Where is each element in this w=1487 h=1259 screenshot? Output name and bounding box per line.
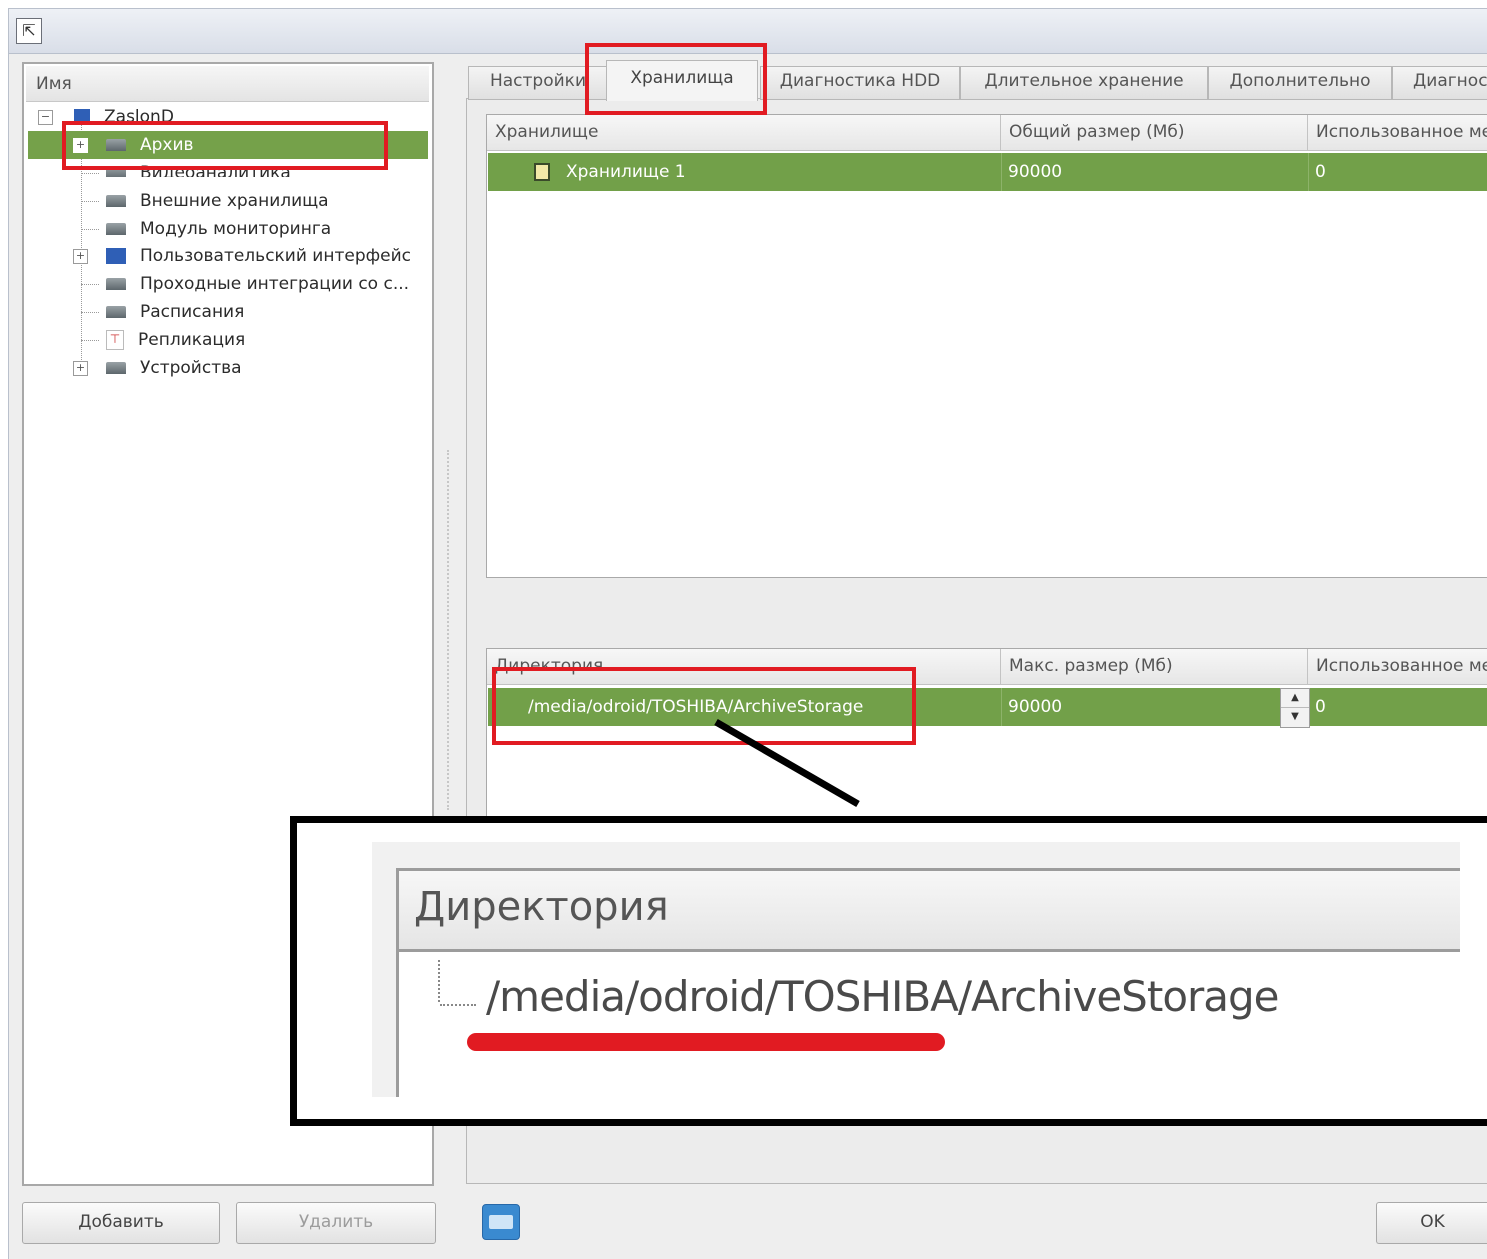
tree-item-integrations[interactable]: Проходные интеграции со с... (106, 270, 409, 298)
tab-long-term-storage[interactable]: Длительное хранение (960, 66, 1208, 100)
column-separator (1001, 688, 1002, 726)
replication-icon: ⊤ (106, 330, 124, 350)
annotation-underline (467, 1033, 945, 1051)
tree-item-label: Проходные интеграции со с... (140, 274, 410, 294)
spin-down-icon[interactable]: ▼ (1281, 708, 1309, 726)
tree-item-label: Расписания (140, 302, 245, 322)
tree-guide-line (81, 340, 99, 341)
app-icon[interactable]: ⇱ (16, 18, 42, 44)
storage-icon (106, 278, 126, 290)
tab-hdd-diagnostics[interactable]: Диагностика HDD (760, 66, 960, 100)
tree-item-devices[interactable]: Устройства (106, 354, 242, 382)
annotation-pointer-line (714, 718, 860, 808)
directory-used-cell: 0 (1315, 697, 1326, 717)
column-header-storage[interactable]: Хранилище (487, 115, 1001, 151)
tree-item-replication[interactable]: ⊤ Репликация (106, 326, 245, 354)
spin-up-icon[interactable]: ▲ (1281, 689, 1309, 708)
keyboard-icon[interactable] (482, 1204, 520, 1240)
tree-column-header[interactable]: Имя (26, 66, 429, 102)
tree-item-label: Устройства (140, 358, 242, 378)
tree-guide-line (81, 312, 99, 313)
zoom-tree-guide (440, 1004, 476, 1006)
tree-item-label: Репликация (138, 330, 246, 350)
annotation-highlight-tab (585, 43, 767, 115)
ok-button[interactable]: OK (1376, 1202, 1487, 1244)
expand-devices-icon[interactable]: + (73, 361, 88, 376)
storage-total-cell: 90000 (1008, 162, 1063, 182)
tree-item-external-storages[interactable]: Внешние хранилища (106, 187, 329, 215)
add-button[interactable]: Добавить (22, 1202, 220, 1244)
tree-guide-line (81, 201, 99, 202)
directory-max-size-cell[interactable]: 90000 (1008, 688, 1062, 726)
column-separator (1308, 153, 1309, 191)
tab-additional[interactable]: Дополнительно (1208, 66, 1392, 100)
tree-item-user-interface[interactable]: Пользовательский интерфейс (106, 242, 411, 270)
annotation-highlight-archive (62, 121, 388, 170)
storage-icon (106, 306, 126, 318)
storage-name-cell: Хранилище 1 (566, 162, 686, 182)
storage-icon (106, 195, 126, 207)
zoom-header-label: Директория (414, 884, 669, 930)
expand-ui-icon[interactable]: + (73, 249, 88, 264)
tree-item-monitoring-module[interactable]: Модуль мониторинга (106, 215, 331, 243)
storage-used-cell: 0 (1315, 162, 1326, 182)
column-header-max-size[interactable]: Макс. размер (Мб) (1001, 649, 1308, 685)
panel-splitter[interactable] (447, 450, 451, 810)
monitor-icon (106, 248, 126, 264)
tab-diagnostics[interactable]: Диагнос (1392, 66, 1487, 100)
tree-item-schedules[interactable]: Расписания (106, 298, 244, 326)
column-separator (1001, 153, 1002, 191)
storage-icon (106, 223, 126, 235)
delete-button[interactable]: Удалить (236, 1202, 436, 1244)
max-size-spinner[interactable]: ▲ ▼ (1280, 688, 1310, 728)
column-header-used[interactable]: Использованное ме (1308, 115, 1487, 151)
tree-guide-line (81, 173, 99, 174)
tree-guide-line (81, 229, 99, 230)
tree-item-label: Пользовательский интерфейс (140, 246, 412, 266)
tree-guide-line (81, 284, 99, 285)
storage-icon (106, 362, 126, 374)
column-header-used[interactable]: Использованное ме (1308, 649, 1487, 685)
zoom-tree-guide (438, 960, 440, 1002)
storage-drive-icon (534, 163, 550, 181)
collapse-root-icon[interactable]: − (38, 110, 53, 125)
zoom-directory-path: /media/odroid/TOSHIBA/ArchiveStorage (486, 972, 1280, 1021)
column-header-total-size[interactable]: Общий размер (Мб) (1001, 115, 1308, 151)
tree-item-label: Внешние хранилища (140, 191, 329, 211)
tree-item-label: Модуль мониторинга (140, 219, 332, 239)
